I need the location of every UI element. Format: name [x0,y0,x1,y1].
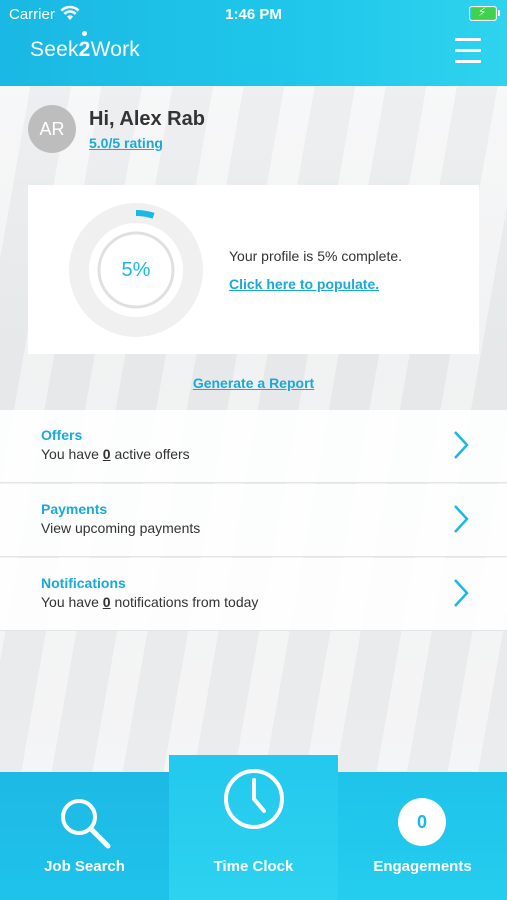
clock-icon [224,769,284,829]
list-item-payments[interactable]: Payments View upcoming payments [0,484,507,557]
hamburger-menu-icon[interactable] [455,38,481,63]
list-item-title: Payments [41,501,108,517]
list-item-offers[interactable]: Offers You have 0 active offers [0,410,507,483]
tab-label: Engagements [373,858,472,875]
logo-number: 2 [78,38,91,61]
chevron-right-icon [454,505,469,533]
profile-completion-card: 5% Your profile is 5% complete. Click he… [28,185,479,354]
tab-engagements[interactable]: 0 Engagements [338,772,507,900]
list-item-subtitle: You have 0 active offers [41,446,190,462]
chevron-right-icon [454,579,469,607]
status-bar: Carrier 1:46 PM ⚡ [0,0,507,28]
engagements-count-badge: 0 [398,798,446,846]
list-item-subtitle: You have 0 notifications from today [41,594,259,610]
list-item-subtitle: View upcoming payments [41,520,201,536]
top-bar: Carrier 1:46 PM ⚡ Seek 2Work [0,0,507,86]
logo-prefix: Seek [30,38,79,61]
logo-suffix: Work [90,38,140,61]
status-time: 1:46 PM [225,6,282,23]
list-item-title: Notifications [41,575,126,591]
app-logo: Seek 2Work [30,31,140,62]
avatar[interactable]: AR [28,105,76,153]
battery-icon: ⚡ [469,5,500,21]
completion-ring: 5% [69,203,203,337]
list-item-notifications[interactable]: Notifications You have 0 notifications f… [0,558,507,631]
completion-text: Your profile is 5% complete. [229,248,403,264]
generate-report-link[interactable]: Generate a Report [0,375,507,391]
search-icon [61,799,111,849]
greeting: Hi, Alex Rab [89,108,205,130]
list-item-title: Offers [41,427,83,443]
chevron-right-icon [454,431,469,459]
rating-link[interactable]: 5.0/5 rating [89,135,163,151]
populate-link[interactable]: Click here to populate. [229,276,379,292]
completion-percent: 5% [121,259,151,281]
tab-time-clock[interactable]: Time Clock [169,755,338,900]
tab-job-search[interactable]: Job Search [0,772,169,900]
bottom-tab-bar: Job Search Time Clock 0 Engagements [0,755,507,900]
tab-label: Time Clock [213,858,294,875]
tab-label: Job Search [44,858,125,875]
